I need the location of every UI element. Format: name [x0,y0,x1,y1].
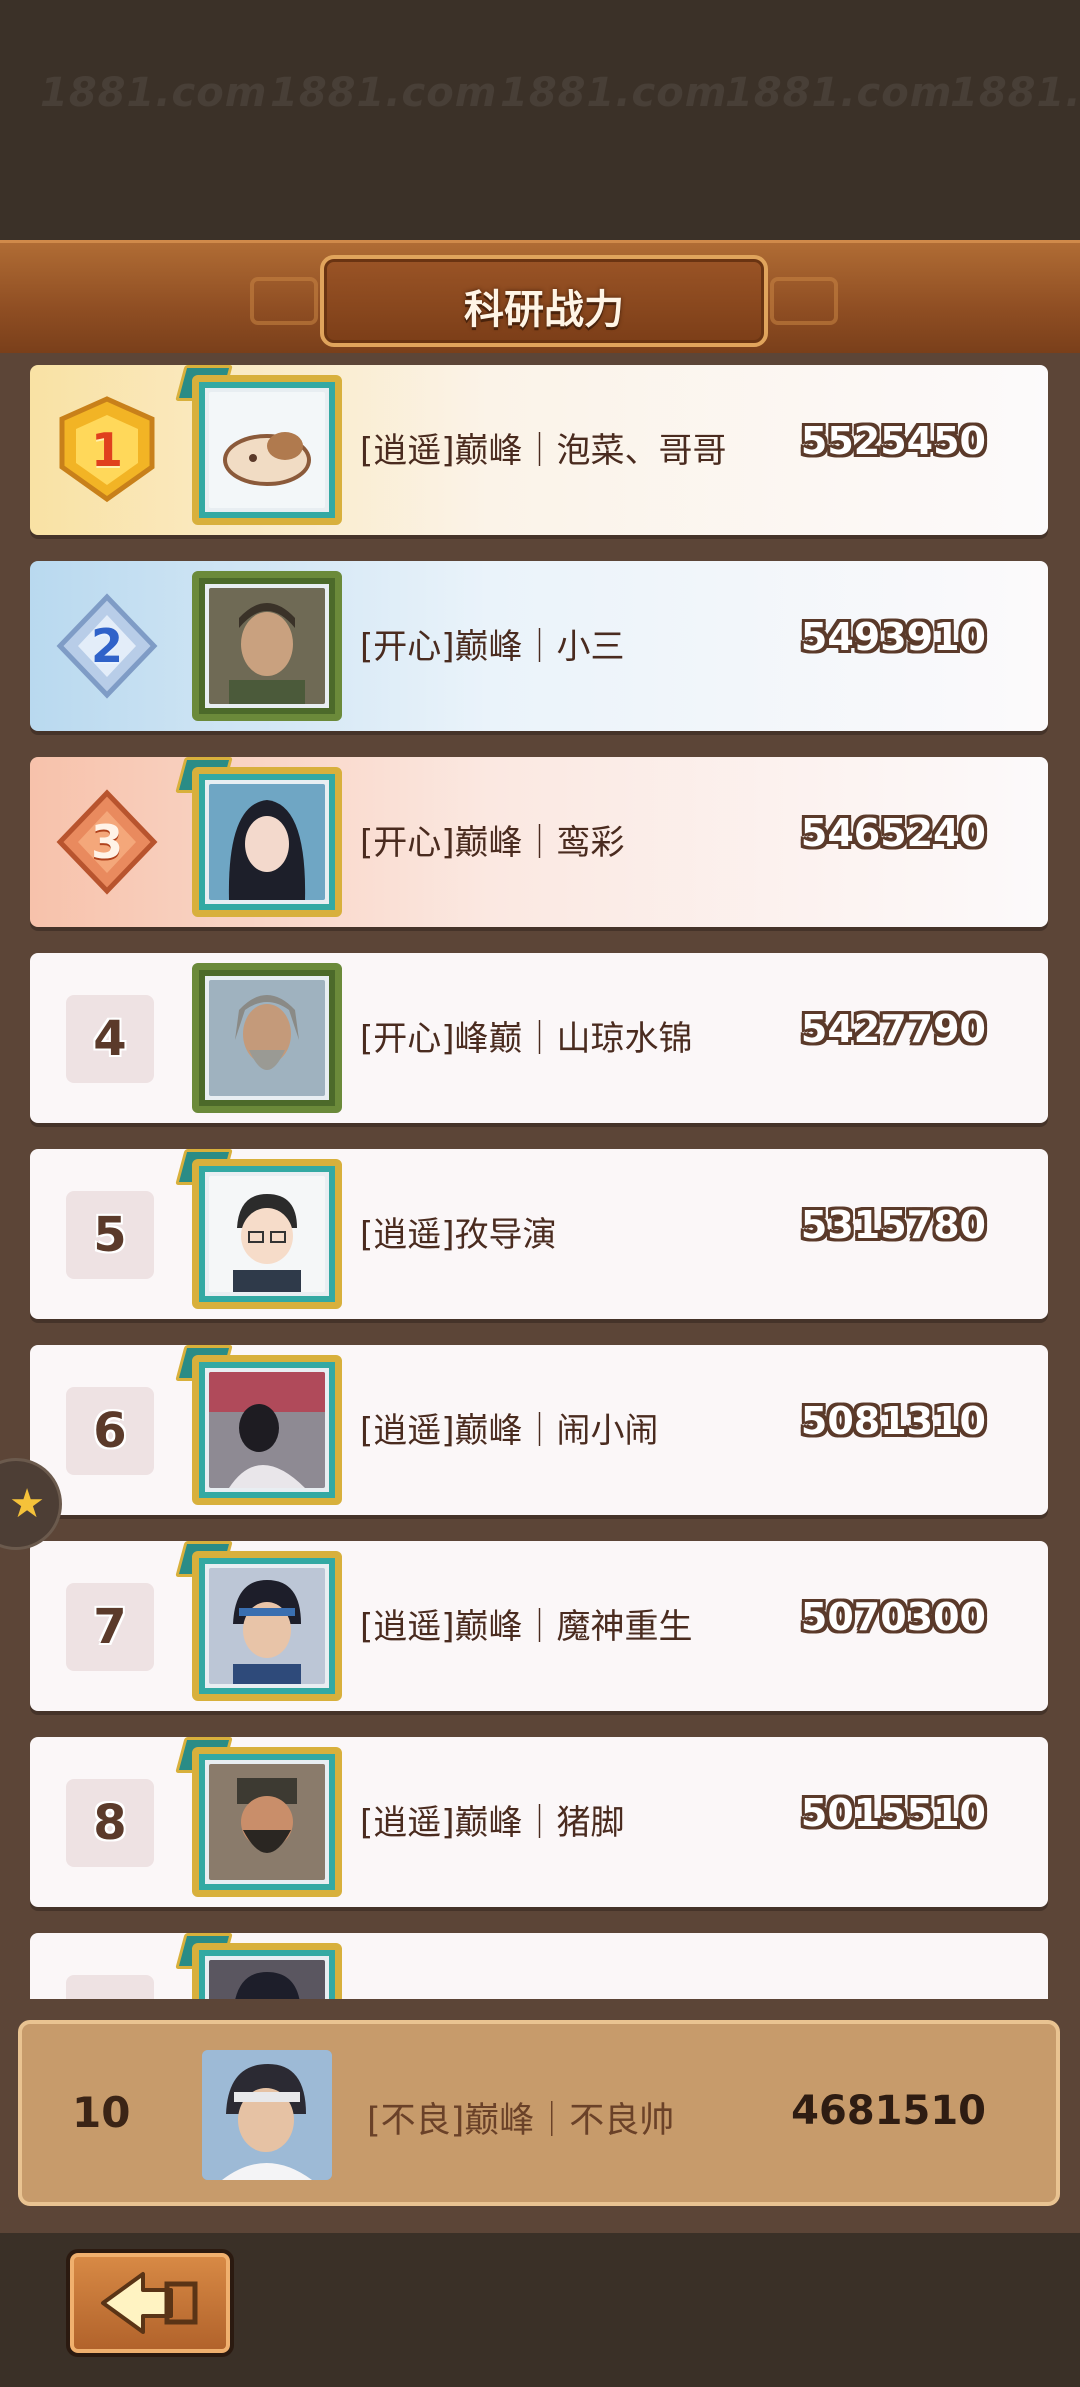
ranking-list[interactable]: 1 [逍遥]巅峰｜泡菜、哥哥 5525450 2 [开心]巅峰｜小三 54939… [0,353,1080,1999]
power-score: 5081310 [800,1399,986,1443]
watermark-row: 1881.com 1881.com 1881.com 1881.com 1881… [0,70,1080,170]
header-title-plate: 科研战力 [320,255,768,347]
bearded-general-avatar-icon [209,1764,325,1880]
headband-hero-avatar-icon [209,1568,325,1684]
ranking-row[interactable]: 1 [逍遥]巅峰｜泡菜、哥哥 5525450 [30,365,1048,535]
my-ranking-row: 10 [不良]巅峰｜不良帅 4681510 [18,2020,1060,2206]
my-rank-number: 10 [72,2088,131,2137]
rank-number: 5 [66,1191,154,1279]
rank-number: 2 [90,619,123,673]
power-score: 5493910 [800,615,986,659]
ranking-row[interactable]: 3 [开心]巅峰｜鸾彩 5465240 [30,757,1048,927]
ranking-row[interactable]: 5 [逍遥]孜导演 5315780 [30,1149,1048,1319]
rank-number: 8 [66,1779,154,1867]
rank-medal-bronze: 3 [52,787,162,897]
ranking-header: 科研战力 [0,240,1080,356]
player-name: [逍遥]巅峰｜魔神重生 [360,1607,693,1647]
star-icon: ★ [9,1481,45,1527]
ranking-row[interactable]: 7 [逍遥]巅峰｜魔神重生 5070300 [30,1541,1048,1711]
ranking-row[interactable]: 6 [逍遥]巅峰｜闹小闹 5081310 [30,1345,1048,1515]
power-score: 5427790 [800,1007,986,1051]
page-title: 科研战力 [464,287,624,333]
hero-avatar-icon [209,1960,325,1999]
rank-medal-silver: 2 [52,591,162,701]
power-score: 5015510 [800,1791,986,1835]
rank-number: 6 [66,1387,154,1475]
header-ornament-left [250,277,318,325]
power-score: 5315780 [800,1203,986,1247]
my-player-name: [不良]巅峰｜不良帅 [367,2101,675,2141]
power-score: 5525450 [800,419,986,463]
avatar[interactable] [192,375,342,525]
watermark: 1881.com [500,70,728,116]
player-name: [开心]巅峰｜鸾彩 [360,823,625,863]
ranking-row[interactable]: 8 [逍遥]巅峰｜猪脚 5015510 [30,1737,1048,1907]
bandana-hero-avatar-icon [202,2050,332,2180]
my-power-score: 4681510 [791,2088,986,2134]
watermark: 1881.com [270,70,498,116]
header-ornament-right [770,277,838,325]
rank-number: 1 [90,423,123,477]
avatar[interactable] [192,1943,342,1999]
player-name: [开心]巅峰｜小三 [360,627,625,667]
my-avatar[interactable] [202,2050,332,2180]
watermark: 1881.com [950,70,1080,116]
avatar[interactable] [192,1747,342,1897]
avatar[interactable] [192,1551,342,1701]
avatar[interactable] [192,1159,342,1309]
power-score: 5465240 [800,811,986,855]
top-bar-area: 1881.com 1881.com 1881.com 1881.com 1881… [0,0,1080,240]
cartoon-boy-avatar-icon [209,1176,325,1292]
rank-number: 3 [90,815,123,869]
lady-avatar-icon [209,784,325,900]
player-name: [逍遥]巅峰｜猪脚 [360,1803,625,1843]
player-name: [逍遥]巅峰｜闹小闹 [360,1411,659,1451]
elder-avatar-icon [209,980,325,1096]
footer-bar [0,2233,1080,2387]
bread-avatar-icon [209,392,325,508]
avatar[interactable] [192,571,342,721]
rank-number: 4 [66,995,154,1083]
rank-number [66,1975,154,1999]
avatar[interactable] [192,963,342,1113]
player-name: [逍遥]巅峰｜泡菜、哥哥 [360,431,727,471]
watermark: 1881.com [725,70,953,116]
rank-medal-gold: 1 [52,395,162,505]
rank-number: 7 [66,1583,154,1671]
ranking-row[interactable]: 4 [开心]峰巅｜山琼水锦 5427790 [30,953,1048,1123]
avatar[interactable] [192,767,342,917]
back-button[interactable] [66,2249,234,2357]
ranking-row[interactable]: 2 [开心]巅峰｜小三 5493910 [30,561,1048,731]
player-name: [开心]峰巅｜山琼水锦 [360,1019,693,1059]
ranking-panel: 1 [逍遥]巅峰｜泡菜、哥哥 5525450 2 [开心]巅峰｜小三 54939… [0,353,1080,2233]
photo-avatar-icon [209,1372,325,1488]
avatar[interactable] [192,1355,342,1505]
watermark: 1881.com [40,70,268,116]
warrior-avatar-icon [209,588,325,704]
back-arrow-icon [101,2272,198,2334]
player-name: [逍遥]孜导演 [360,1215,557,1255]
power-score: 5070300 [800,1595,986,1639]
ranking-row[interactable] [30,1933,1048,1999]
